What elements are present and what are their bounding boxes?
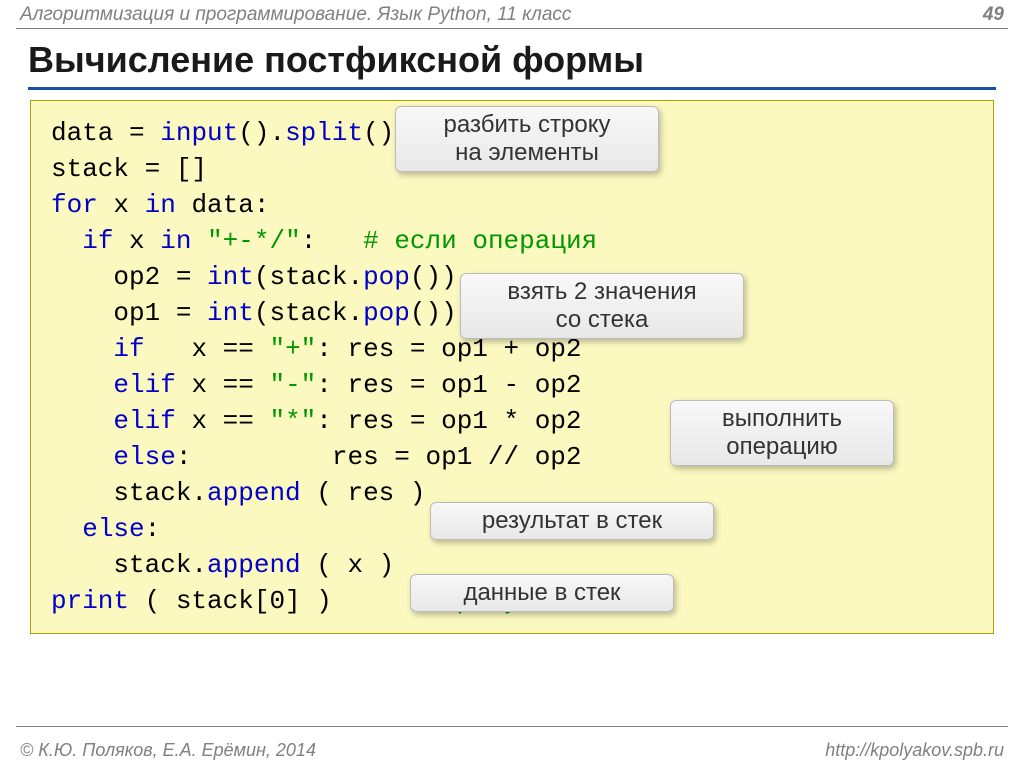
callout-operate: выполнитьоперацию [670, 400, 894, 466]
code-line-6: op1 = int(stack.pop()) [51, 298, 457, 328]
slide-title: Вычисление постфиксной формы [28, 39, 1024, 81]
callout-pop: взять 2 значениясо стека [460, 273, 744, 339]
callout-push-data: данные в стек [410, 574, 674, 612]
code-line-1: data = input().split() [51, 118, 394, 148]
footer-url: http://kpolyakov.spb.ru [825, 740, 1004, 761]
code-line-12: else: [51, 514, 160, 544]
code-line-4: if x in "+-*/": # если операция [51, 226, 597, 256]
footer: © К.Ю. Поляков, Е.А. Ерёмин, 2014 http:/… [0, 736, 1024, 761]
code-area: data = input().split() stack = [] for x … [30, 100, 994, 634]
code-line-9: elif x == "*": res = op1 * op2 [51, 406, 582, 436]
code-line-3: for x in data: [51, 190, 269, 220]
code-line-2: stack = [] [51, 154, 207, 184]
header: Алгоритмизация и программирование. Язык … [0, 0, 1024, 26]
code-line-11: stack.append ( res ) [51, 478, 425, 508]
copyright: © К.Ю. Поляков, Е.А. Ерёмин, 2014 [20, 740, 316, 761]
code-line-13: stack.append ( x ) [51, 550, 394, 580]
callout-split: разбить строкуна элементы [395, 106, 659, 172]
callout-push-result: результат в стек [430, 502, 714, 540]
title-rule [28, 87, 996, 90]
code-line-5: op2 = int(stack.pop()) [51, 262, 457, 292]
code-block: data = input().split() stack = [] for x … [30, 100, 994, 634]
course-title: Алгоритмизация и программирование. Язык … [20, 4, 571, 26]
code-line-10: else: res = op1 // op2 [51, 442, 582, 472]
code-line-8: elif x == "-": res = op1 - op2 [51, 370, 582, 400]
footer-rule [16, 726, 1008, 727]
header-rule [16, 28, 1008, 29]
page-number: 49 [983, 4, 1004, 26]
